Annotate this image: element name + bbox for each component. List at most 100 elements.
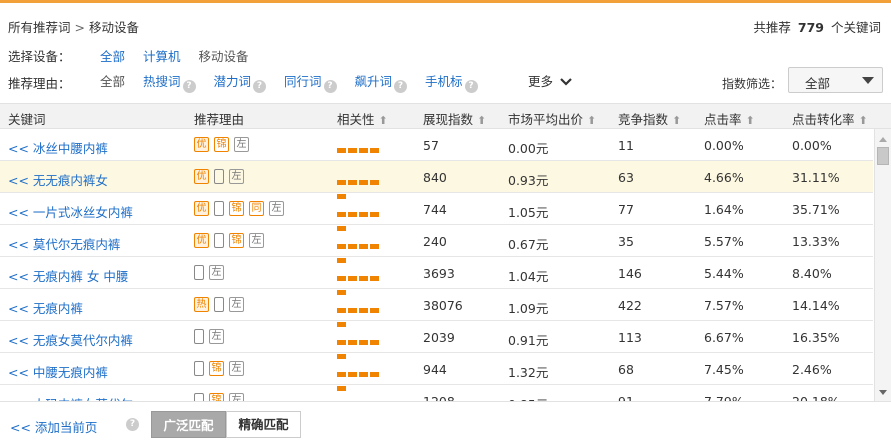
reason-option-mobile-tag[interactable]: 手机标 [425,74,463,89]
reason-tag: 左 [249,233,264,248]
reason-option-all[interactable]: 全部 [100,71,125,90]
relevance-segment [370,244,379,249]
sort-icon[interactable]: ⬆ [859,114,868,127]
help-icon[interactable]: ? [126,418,139,431]
impressions-value: 944 [423,362,447,377]
reason-tag: 锦 [229,201,244,216]
index-filter-select[interactable]: 全部 [788,67,883,93]
reason-tag: 锦 [229,233,244,248]
col-relevance[interactable]: 相关性 ⬆ [337,109,388,128]
reason-option-rising[interactable]: 飙升词 [355,74,393,89]
keyword-link[interactable]: << 大码内裤女莫代尔 [8,394,133,401]
sort-icon[interactable]: ⬆ [746,114,755,127]
table-row[interactable]: << 冰丝中腰内裤 优锦左 57 0.00元 11 0.00% 0.00% [0,129,873,167]
relevance-bar [337,302,390,327]
total-prefix: 共推荐 [753,20,791,35]
sort-icon[interactable]: ⬆ [477,114,486,127]
mobile-icon [214,297,224,312]
table-row[interactable]: << 无痕内裤热左 38076 1.09元 422 7.57% 14.14% [0,289,873,327]
col-ctr[interactable]: 点击率 ⬆ [704,109,755,128]
reason-tag: 左 [229,393,244,401]
reason-tags: 优锦左 [194,137,254,152]
device-option-mobile[interactable]: 移动设备 [199,49,249,64]
keyword-link[interactable]: << 中腰无痕内裤 [8,362,108,381]
cvr-value: 20.18% [792,394,840,401]
keyword-link[interactable]: << 莫代尔无痕内裤 [8,234,120,253]
reason-tags: 优左 [194,169,249,184]
keyword-link[interactable]: << 一片式冰丝女内裤 [8,202,133,221]
relevance-segment [370,276,379,281]
scroll-down-icon[interactable] [879,390,887,395]
exact-match-button[interactable]: 精确匹配 [226,411,301,438]
relevance-segment [348,212,357,217]
breadcrumb: 所有推荐词 > 移动设备 [8,17,139,36]
relevance-segment [359,308,368,313]
relevance-segment [348,308,357,313]
relevance-segment [348,148,357,153]
relevance-segment [348,180,357,185]
mobile-icon [214,169,224,184]
reason-tags: 锦左 [194,361,249,376]
scroll-thumb[interactable] [877,147,889,165]
competition-value: 146 [618,266,642,281]
mobile-icon [214,201,224,216]
reason-tag: 左 [209,329,224,344]
table-row[interactable]: << 无痕内裤 女 中腰 左 3693 1.04元 146 5.44% 8.40% [0,257,873,295]
reason-option-hot[interactable]: 热搜词 [143,74,181,89]
sort-icon[interactable]: ⬆ [587,114,596,127]
avg-bid-value: 0.85元 [508,394,548,401]
device-option-computer[interactable]: 计算机 [143,49,181,64]
footer-bar: << 添加当前页 ? 广泛匹配 精确匹配 [0,401,891,441]
relevance-segment [359,244,368,249]
competition-value: 77 [618,202,634,217]
device-options: 全部 计算机 移动设备 [100,46,263,65]
impressions-value: 2039 [423,330,455,345]
table-row[interactable]: << 莫代尔无痕内裤 优 锦左 240 0.67元 35 5.57% 13.33% [0,225,873,263]
impressions-value: 840 [423,170,447,185]
competition-value: 68 [618,362,634,377]
reason-option-potential[interactable]: 潜力词 [214,74,252,89]
reason-tag: 同 [249,201,264,216]
device-option-all[interactable]: 全部 [100,49,125,64]
sort-icon[interactable]: ⬆ [379,114,388,127]
relevance-segment [348,340,357,345]
keyword-link[interactable]: << 无痕女莫代尔内裤 [8,330,133,349]
cvr-value: 2.46% [792,362,832,377]
ctr-value: 5.57% [704,234,744,249]
help-icon[interactable]: ? [394,80,408,93]
reason-tag: 左 [209,265,224,280]
table-row[interactable]: << 大码内裤女莫代尔 锦左 1208 0.85元 91 7.79% 20.18% [0,385,873,401]
keyword-link[interactable]: << 无痕内裤 [8,298,83,317]
keyword-link[interactable]: << 冰丝中腰内裤 [8,138,108,157]
keyword-link[interactable]: << 无无痕内裤女 [8,170,108,189]
table-row[interactable]: << 中腰无痕内裤 锦左 944 1.32元 68 7.45% 2.46% [0,353,873,391]
table-row[interactable]: << 无痕女莫代尔内裤 左 2039 0.91元 113 6.67% 16.35% [0,321,873,359]
competition-value: 113 [618,330,642,345]
add-current-page-link[interactable]: << 添加当前页 [10,417,97,436]
col-competition[interactable]: 竞争指数 ⬆ [618,109,681,128]
reason-option-peer[interactable]: 同行词 [284,74,322,89]
help-icon[interactable]: ? [323,80,337,93]
table-row[interactable]: << 无无痕内裤女优左 840 0.93元 63 4.66% 31.11% [0,161,873,199]
col-cvr[interactable]: 点击转化率 ⬆ [792,109,868,128]
relevance-bar [337,142,390,167]
broad-match-button[interactable]: 广泛匹配 [151,411,226,438]
col-impressions[interactable]: 展现指数 ⬆ [423,109,486,128]
table-row[interactable]: << 一片式冰丝女内裤 优 锦同左 744 1.05元 77 1.64% 35.71% [0,193,873,231]
help-icon[interactable]: ? [253,80,267,93]
table-scrollbar[interactable] [874,129,891,401]
col-avg-bid[interactable]: 市场平均出价 ⬆ [508,109,596,128]
ctr-value: 5.44% [704,266,744,281]
keyword-link[interactable]: << 无痕内裤 女 中腰 [8,266,128,285]
index-filter-label: 指数筛选： [722,77,783,91]
sort-icon[interactable]: ⬆ [672,114,681,127]
relevance-segment [337,212,346,217]
help-icon[interactable]: ? [464,80,478,93]
reason-tag: 左 [234,137,249,152]
cvr-value: 16.35% [792,330,840,345]
help-icon[interactable]: ? [182,80,196,93]
more-button[interactable]: 更多 [528,71,572,90]
breadcrumb-root[interactable]: 所有推荐词 [8,20,71,35]
scroll-up-icon[interactable] [879,137,887,142]
relevance-bar [337,238,390,263]
